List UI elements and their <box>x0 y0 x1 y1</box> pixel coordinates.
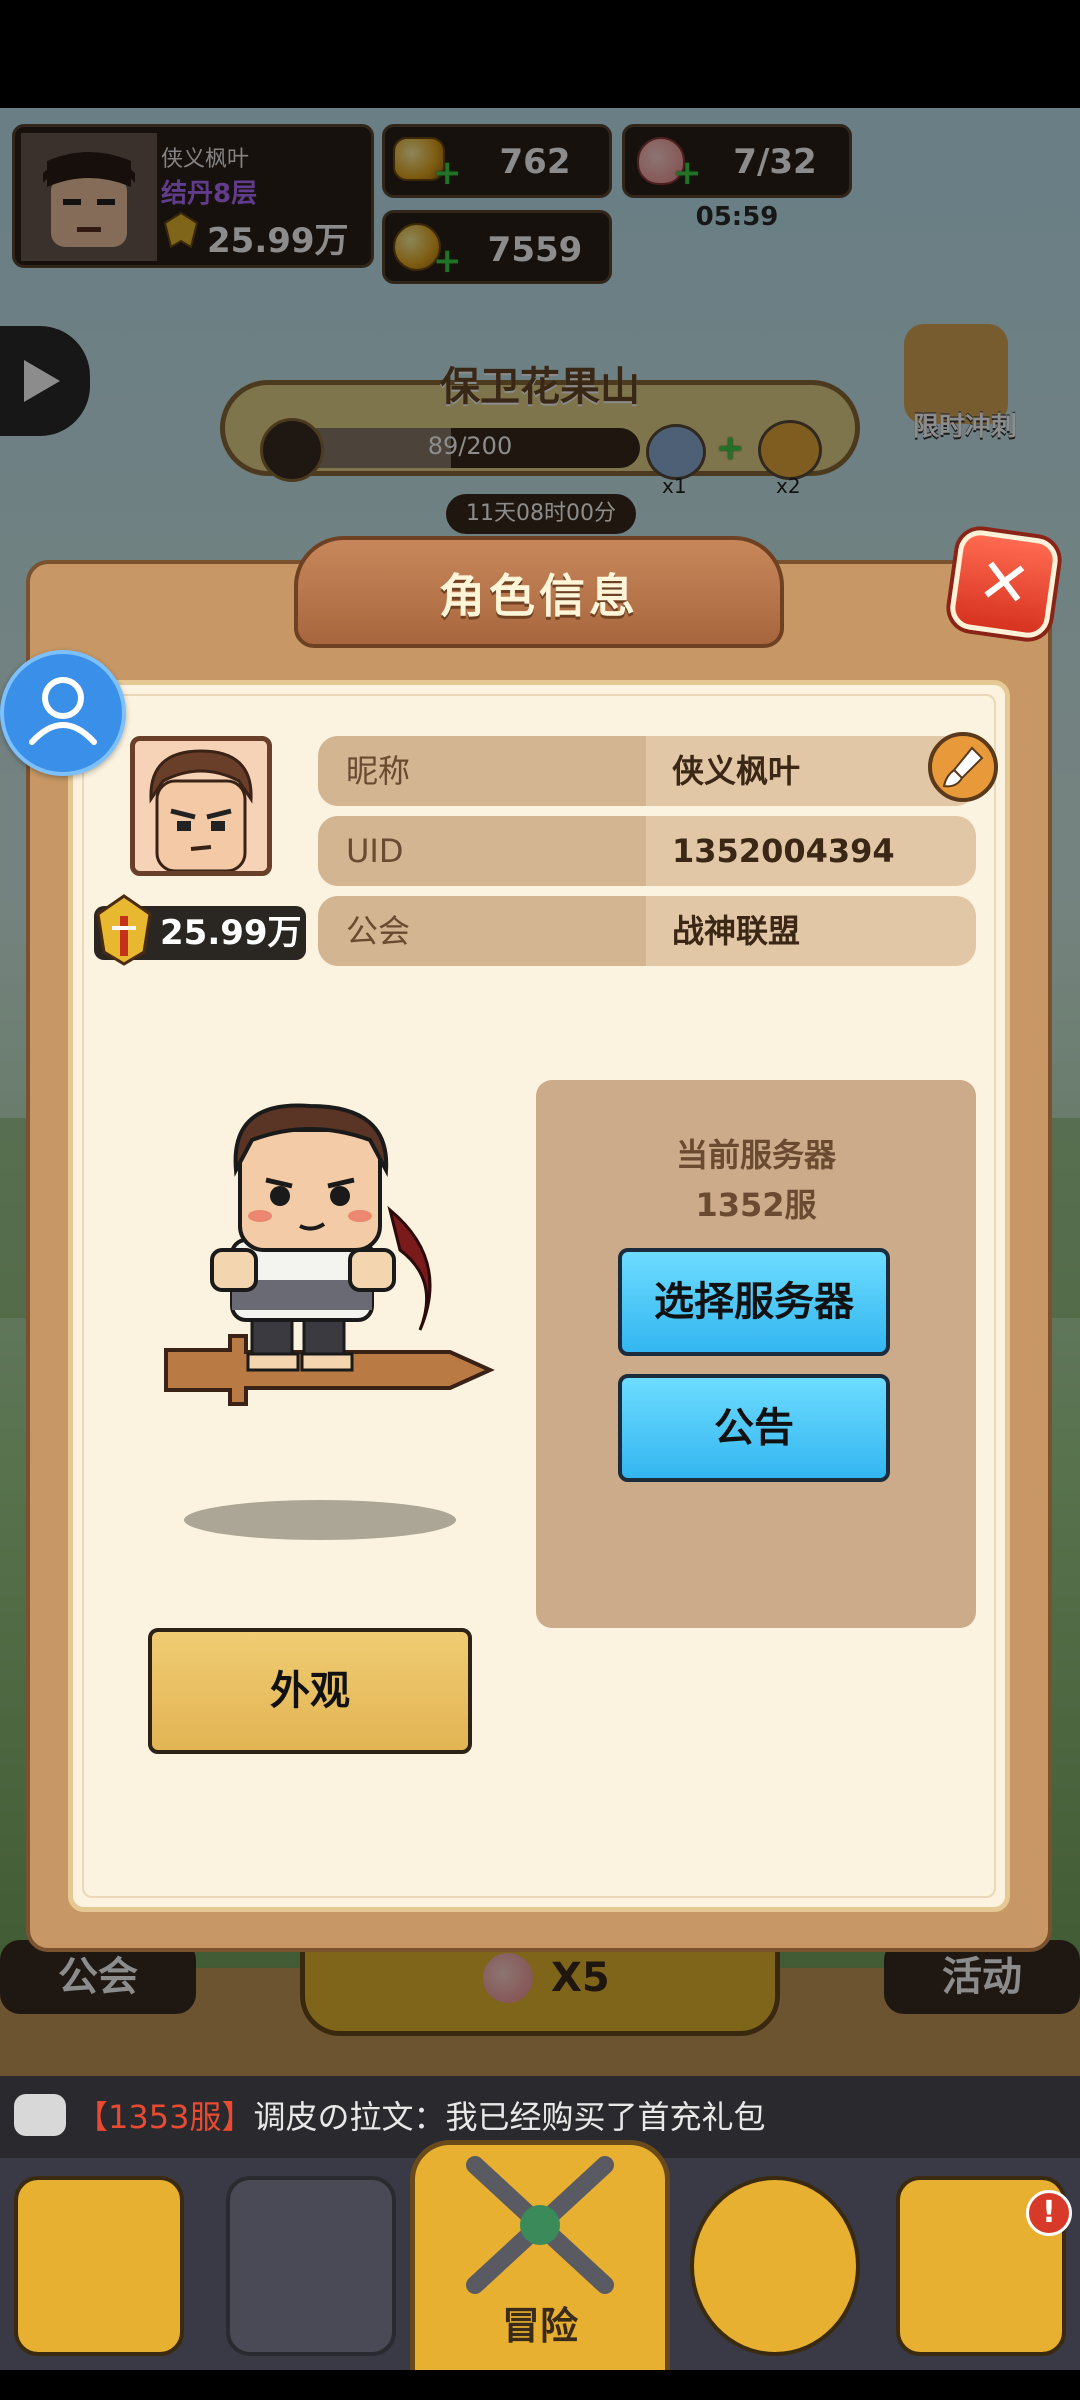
nav-adventure-label: 冒险 <box>501 2304 578 2348</box>
person-icon <box>29 677 97 745</box>
notification-badge-icon: ! <box>1026 2190 1072 2236</box>
select-server-button[interactable]: 选择服务器 <box>618 1248 890 1356</box>
notice-button[interactable]: 公告 <box>618 1374 890 1482</box>
crossed-swords-icon <box>466 2156 614 2294</box>
guild-row: 公会 战神联盟 <box>318 896 976 966</box>
uid-value[interactable]: 1352004394 <box>672 816 895 886</box>
account-fab[interactable] <box>0 650 126 776</box>
edit-nickname-button[interactable] <box>928 732 998 802</box>
character-sprite <box>140 1100 500 1500</box>
nav-upgrade-icon[interactable] <box>690 2176 860 2356</box>
current-server-value: 1352服 <box>695 1186 817 1224</box>
current-server-label: 当前服务器 <box>675 1136 836 1174</box>
nickname-row: 昵称 侠义枫叶 <box>318 736 976 806</box>
appearance-button[interactable]: 外观 <box>148 1628 472 1754</box>
guild-value: 战神联盟 <box>672 912 801 950</box>
nav-adventure-button[interactable]: 冒险 <box>410 2140 670 2390</box>
chat-message: 调皮の拉文：我已经购买了首充礼包 <box>253 2098 766 2136</box>
guild-label: 公会 <box>318 896 646 966</box>
close-icon: ✕ <box>973 542 1036 623</box>
character-avatar[interactable] <box>130 736 272 876</box>
nav-helmet-icon[interactable] <box>226 2176 396 2356</box>
nickname-value: 侠义枫叶 <box>672 752 801 790</box>
chat-server-tag: 【1353服】 <box>76 2098 254 2136</box>
brush-icon <box>942 746 984 788</box>
system-nav-bar <box>0 2370 1080 2400</box>
helmet-power-icon <box>92 892 156 968</box>
uid-row: UID 1352004394 <box>318 816 976 886</box>
nav-home-icon[interactable] <box>14 2176 184 2356</box>
close-button[interactable]: ✕ <box>947 527 1061 641</box>
dialog-title: 角色信息 <box>439 569 639 623</box>
character-shadow <box>184 1500 456 1540</box>
status-bar <box>0 0 1080 108</box>
nickname-label: 昵称 <box>318 736 646 806</box>
power-value: 25.99万 <box>160 913 302 953</box>
chat-bubble-icon <box>14 2094 66 2136</box>
uid-label: UID <box>318 816 646 886</box>
